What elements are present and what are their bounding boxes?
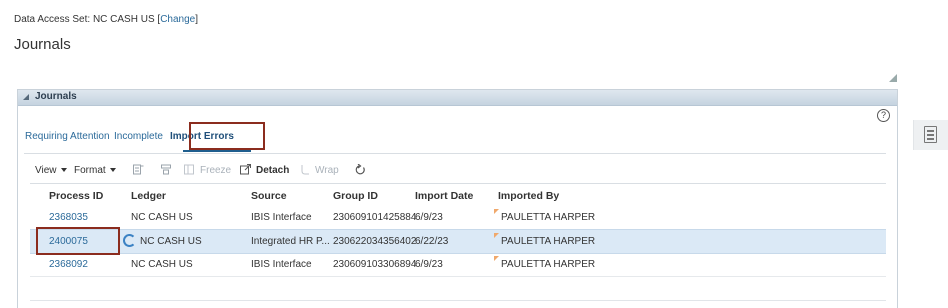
flag-icon	[494, 256, 499, 261]
tab-requiring-attention[interactable]: Requiring Attention	[25, 131, 110, 142]
row-highlight-box	[36, 227, 120, 255]
data-access-label: Data Access Set:	[14, 14, 91, 25]
column-header-imported-by[interactable]: Imported By	[498, 190, 559, 202]
page-title: Journals	[14, 36, 71, 53]
table-row[interactable]: 2368092 NC CASH US IBIS Interface 230609…	[30, 253, 886, 277]
tab-active-indicator	[183, 150, 251, 152]
source-cell: Integrated HR P...	[251, 236, 330, 247]
flag-icon	[494, 209, 499, 214]
detach-icon[interactable]	[240, 164, 251, 175]
filter-icon[interactable]	[161, 164, 172, 175]
tabs-divider	[24, 153, 886, 154]
freeze-icon	[184, 164, 194, 175]
imported-by-cell: PAULETTA HARPER	[501, 236, 596, 247]
source-cell: IBIS Interface	[251, 259, 312, 270]
format-menu[interactable]: Format	[74, 165, 116, 176]
column-header-source[interactable]: Source	[251, 190, 287, 202]
format-menu-label: Format	[74, 165, 106, 176]
table-bottom-border	[30, 300, 886, 301]
ledger-cell: NC CASH US	[140, 236, 202, 247]
wrap-button: Wrap	[315, 165, 339, 176]
resize-corner-icon[interactable]	[889, 74, 897, 82]
side-panel-tab[interactable]	[913, 120, 948, 150]
data-access-value: NC CASH US	[92, 14, 155, 25]
journals-panel: Journals ? Requiring Attention Incomplet…	[17, 89, 898, 308]
view-menu-label: View	[35, 165, 57, 176]
import-date-cell: 6/9/23	[415, 259, 443, 270]
process-id-link[interactable]: 2368035	[49, 212, 88, 223]
column-header-process-id[interactable]: Process ID	[49, 190, 103, 202]
table-top-border	[30, 183, 886, 184]
process-id-link[interactable]: 2368092	[49, 259, 88, 270]
column-header-import-date[interactable]: Import Date	[415, 190, 473, 202]
imported-by-cell: PAULETTA HARPER	[501, 212, 596, 223]
group-id-cell: 230622034356402	[333, 236, 417, 247]
panel-title: Journals	[35, 91, 77, 102]
group-id-cell: 230609103306894	[333, 259, 417, 270]
import-date-cell: 6/22/23	[415, 236, 449, 247]
chevron-down-icon	[60, 168, 67, 172]
table-row[interactable]: 2368035 NC CASH US IBIS Interface 230609…	[30, 206, 886, 230]
wrap-icon	[301, 165, 309, 175]
document-icon	[924, 126, 937, 143]
view-menu[interactable]: View	[35, 165, 67, 176]
tab-incomplete[interactable]: Incomplete	[114, 131, 163, 142]
column-header-ledger[interactable]: Ledger	[131, 190, 166, 202]
panel-collapse-icon[interactable]	[23, 94, 29, 100]
table-row-selected[interactable]: 2400075 NC CASH US Integrated HR P... 23…	[30, 229, 886, 254]
change-link[interactable]: Change	[160, 14, 195, 25]
imported-by-cell: PAULETTA HARPER	[501, 259, 596, 270]
panel-header: Journals	[18, 90, 897, 106]
refresh-icon[interactable]	[355, 164, 366, 175]
data-access-set: Data Access Set: NC CASH US [Change]	[14, 14, 198, 25]
import-date-cell: 6/9/23	[415, 212, 443, 223]
query-by-example-icon[interactable]	[133, 164, 144, 175]
group-id-cell: 230609101425884	[333, 212, 417, 223]
help-icon[interactable]: ?	[877, 109, 890, 122]
change-bracket-close: ]	[195, 14, 198, 25]
chevron-down-icon	[109, 168, 116, 172]
column-header-group-id[interactable]: Group ID	[333, 190, 378, 202]
detach-button[interactable]: Detach	[256, 165, 289, 176]
source-cell: IBIS Interface	[251, 212, 312, 223]
tab-highlight-box	[189, 122, 265, 150]
freeze-button: Freeze	[200, 165, 232, 176]
flag-icon	[494, 233, 499, 238]
ledger-cell: NC CASH US	[131, 212, 193, 223]
ledger-cell: NC CASH US	[131, 259, 193, 270]
